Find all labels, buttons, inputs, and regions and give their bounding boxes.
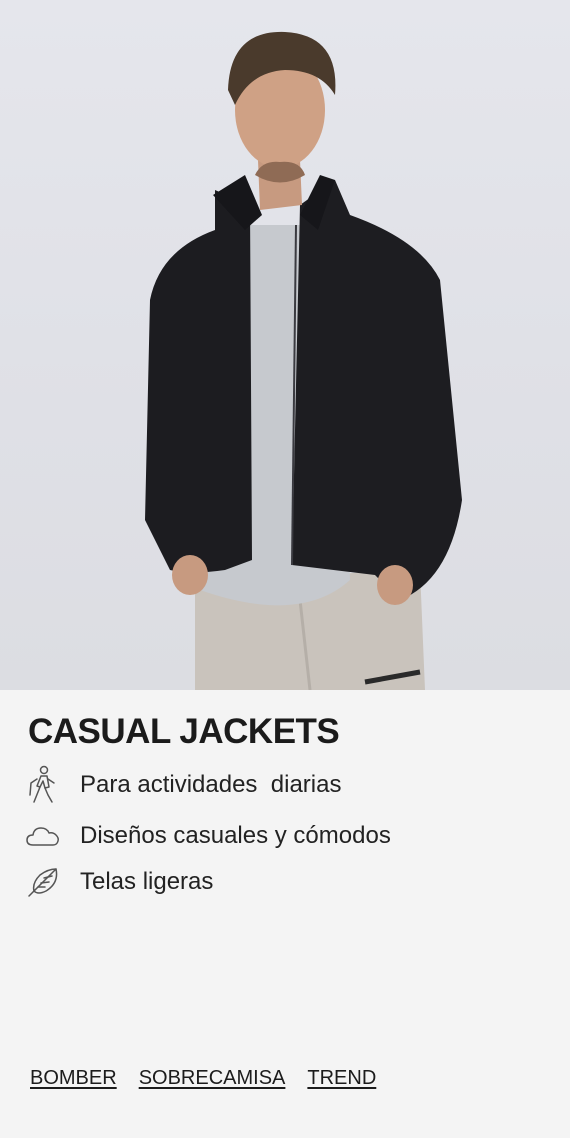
section-title: CASUAL JACKETS	[28, 712, 340, 751]
feature-label: Diseños casuales y cómodos	[80, 822, 391, 849]
feather-icon	[26, 865, 60, 899]
link-bomber[interactable]: BOMBER	[30, 1067, 117, 1090]
feature-label: Telas ligeras	[80, 868, 214, 895]
content-panel: CASUAL JACKETS Para actividades diarias …	[0, 690, 570, 1138]
feature-item-casual-designs: Diseños casuales y cómodos	[26, 818, 526, 854]
hero-image	[0, 0, 570, 690]
link-sobrecamisa[interactable]: SOBRECAMISA	[139, 1067, 286, 1090]
category-links: BOMBER SOBRECAMISA TREND	[30, 1067, 398, 1090]
hiker-icon	[26, 765, 60, 803]
feature-item-daily-activities: Para actividades diarias	[26, 765, 526, 803]
cloud-icon	[26, 819, 60, 853]
model-photo	[145, 31, 462, 690]
feature-label: Para actividades diarias	[80, 771, 342, 798]
feature-item-light-fabrics: Telas ligeras	[26, 864, 526, 900]
link-trend[interactable]: TREND	[307, 1067, 376, 1090]
